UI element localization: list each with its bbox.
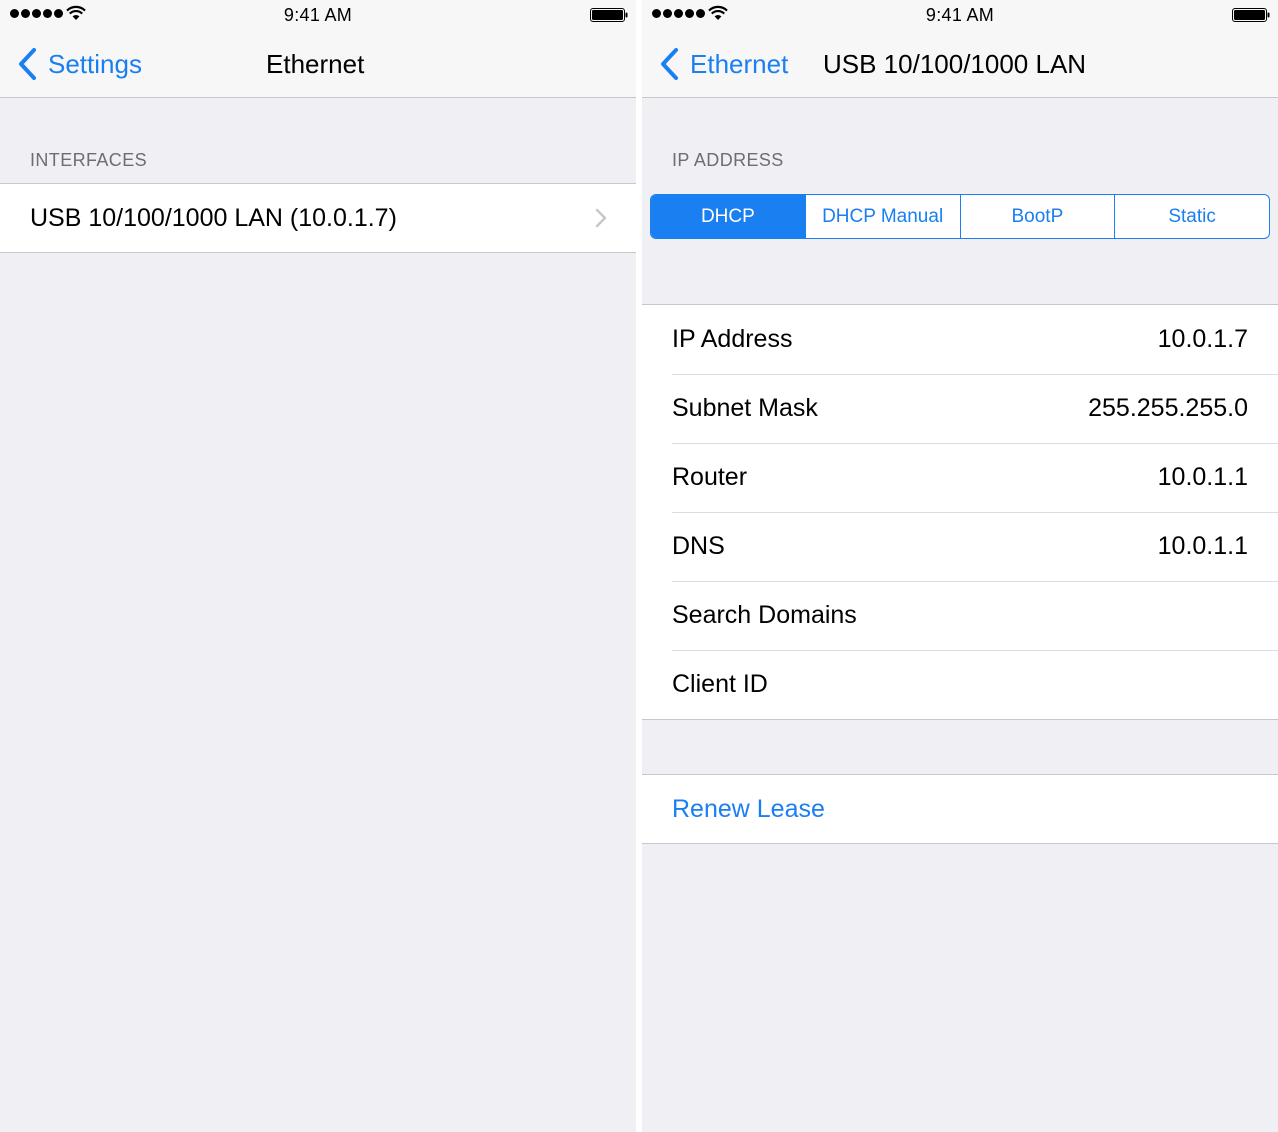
status-time: 9:41 AM: [283, 5, 353, 25]
status-time: 9:41 AM: [925, 5, 995, 25]
table-row-router: Router 10.0.1.1: [642, 443, 1278, 512]
row-label: DNS: [672, 532, 725, 560]
section-header-interfaces: INTERFACES: [30, 150, 148, 170]
back-button-settings[interactable]: Settings: [16, 44, 142, 84]
row-label: Search Domains: [672, 601, 857, 629]
ethernet-screen: 9:41 AM Settings Ethernet INTERFACES USB…: [0, 0, 636, 1132]
segment-dhcp[interactable]: DHCP: [651, 195, 805, 238]
row-value: 10.0.1.7: [1157, 325, 1248, 353]
interfaces-list: USB 10/100/1000 LAN (10.0.1.7): [0, 183, 636, 253]
segment-dhcp-manual[interactable]: DHCP Manual: [804, 195, 960, 238]
renew-lease-label: Renew Lease: [672, 794, 825, 823]
table-row-dns: DNS 10.0.1.1: [642, 512, 1278, 581]
chevron-left-icon: [19, 48, 36, 80]
row-value: 255.255.255.0: [1088, 394, 1248, 422]
interface-label: USB 10/100/1000 LAN (10.0.1.7): [30, 203, 397, 232]
renew-lease-button[interactable]: Renew Lease: [642, 775, 1278, 843]
status-bar: 9:41 AM: [642, 0, 1278, 30]
row-label: IP Address: [672, 325, 793, 353]
back-label: Settings: [48, 48, 142, 79]
table-row-search-domains[interactable]: Search Domains: [642, 581, 1278, 650]
ip-mode-segmented-control: DHCP DHCP Manual BootP Static: [650, 194, 1270, 239]
back-label: Ethernet: [690, 48, 789, 79]
row-label: Router: [672, 463, 748, 491]
row-label: Subnet Mask: [672, 394, 818, 422]
page-title: Ethernet: [266, 49, 365, 79]
table-row-client-id[interactable]: Client ID: [642, 650, 1278, 719]
battery-icon: [590, 8, 628, 22]
chevron-right-icon: [595, 208, 607, 228]
renew-lease-group: Renew Lease: [642, 774, 1278, 844]
table-row-subnet-mask: Subnet Mask 255.255.255.0: [642, 374, 1278, 443]
status-bar: 9:41 AM: [0, 0, 636, 30]
table-row-ip-address: IP Address 10.0.1.7: [642, 305, 1278, 374]
row-value: 10.0.1.1: [1157, 463, 1248, 491]
battery-icon: [1232, 8, 1270, 22]
page-title: USB 10/100/1000 LAN: [823, 49, 1087, 79]
ip-details-list: IP Address 10.0.1.7 Subnet Mask 255.255.…: [642, 304, 1278, 720]
segment-bootp[interactable]: BootP: [959, 195, 1115, 238]
interface-detail-screen: 9:41 AM Ethernet USB 10/100/1000 LAN IP …: [642, 0, 1278, 1132]
section-header-ip-address: IP ADDRESS: [672, 150, 784, 170]
chevron-left-icon: [661, 48, 678, 80]
row-value: 10.0.1.1: [1157, 532, 1248, 560]
navigation-bar: 9:41 AM Settings Ethernet: [0, 0, 636, 98]
row-label: Client ID: [672, 670, 768, 698]
segment-static[interactable]: Static: [1114, 195, 1269, 238]
list-item-interface[interactable]: USB 10/100/1000 LAN (10.0.1.7): [0, 184, 636, 252]
back-button-ethernet[interactable]: Ethernet: [658, 44, 788, 84]
navigation-bar: 9:41 AM Ethernet USB 10/100/1000 LAN: [642, 0, 1278, 98]
